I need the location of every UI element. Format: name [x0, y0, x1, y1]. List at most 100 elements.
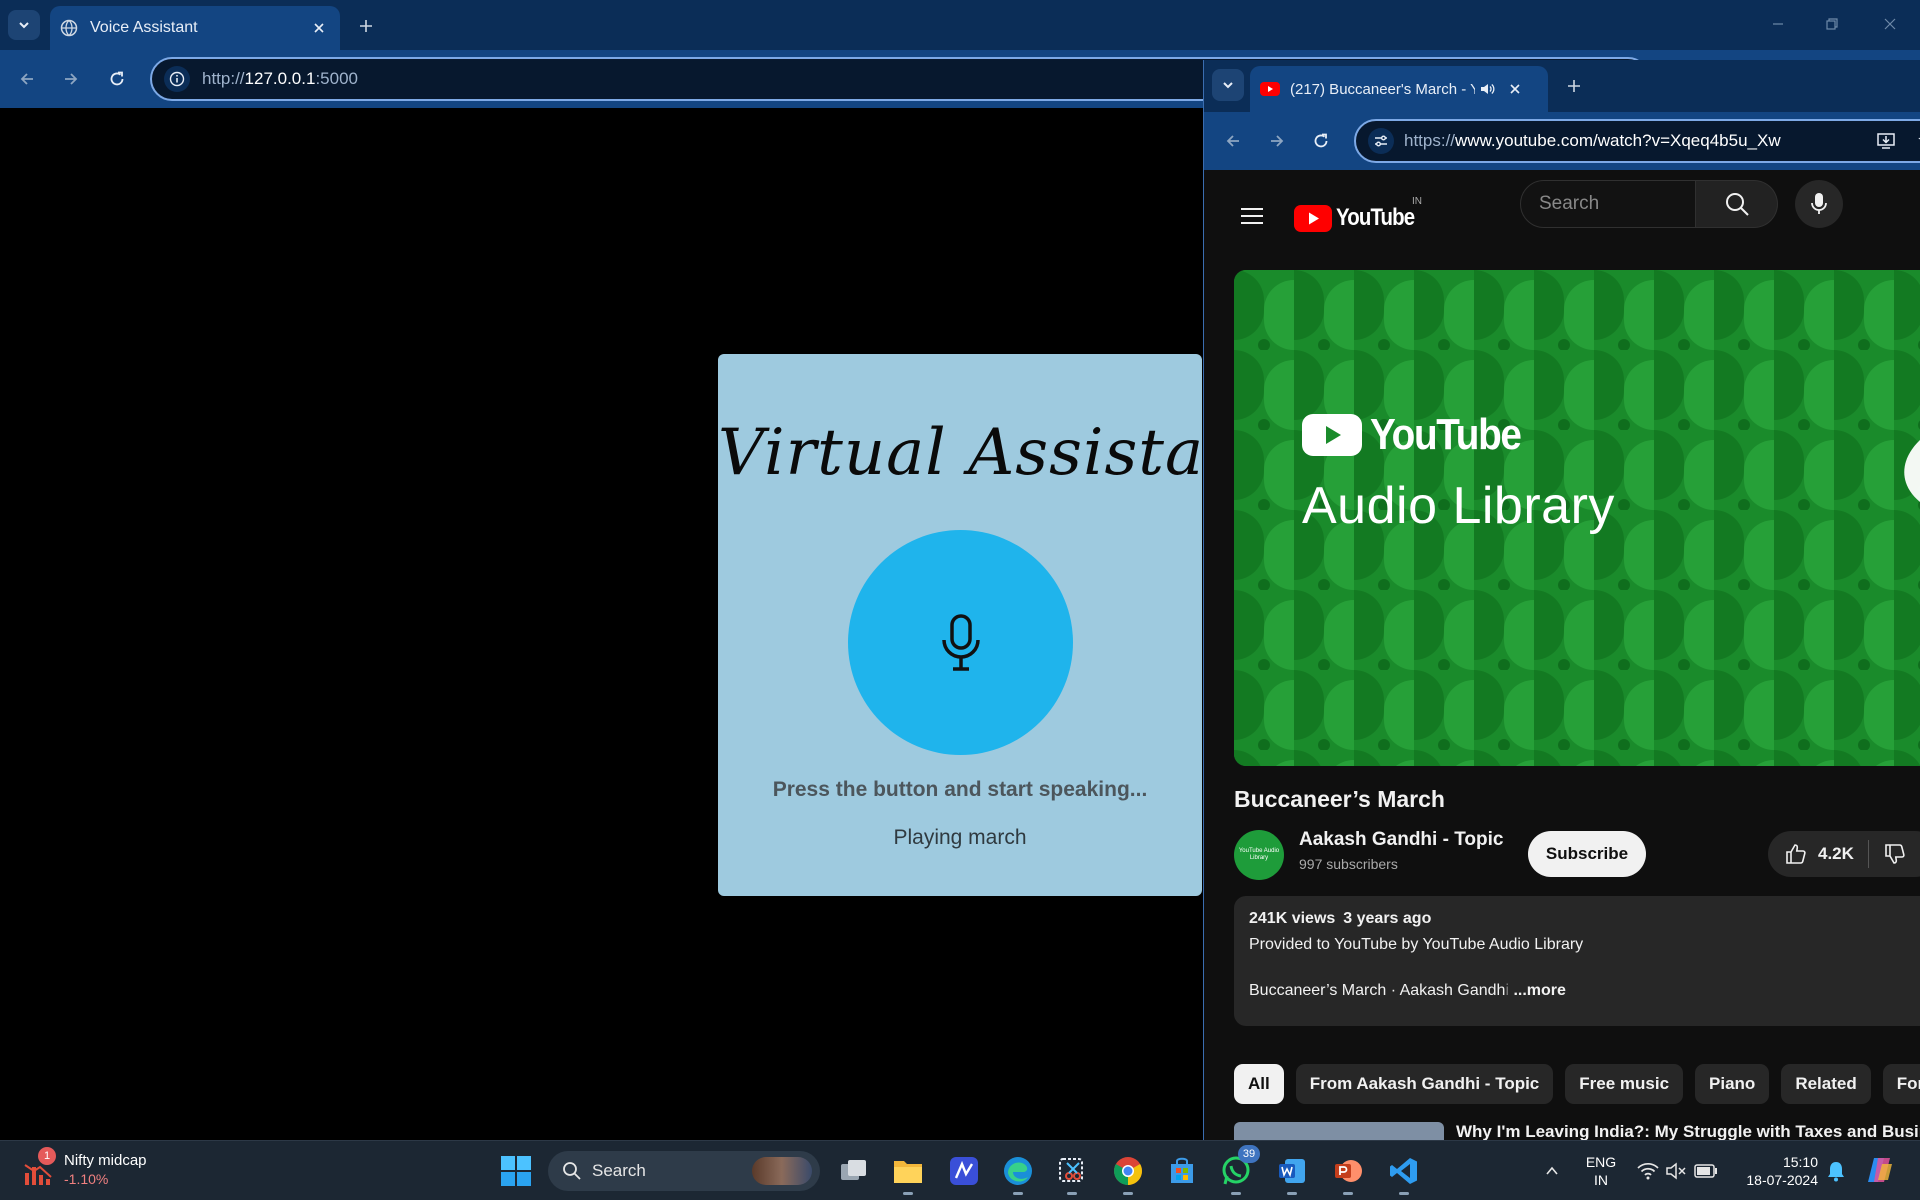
mic-button[interactable] [848, 530, 1073, 755]
search-placeholder: Search [1539, 193, 1600, 214]
subscribe-button[interactable]: Subscribe [1528, 831, 1646, 877]
voice-search-button[interactable] [1795, 180, 1843, 228]
chrome-browser-app[interactable] [1108, 1151, 1148, 1195]
close-window-button[interactable] [1870, 8, 1910, 40]
start-button[interactable] [500, 1155, 532, 1187]
youtube-favicon-icon [1260, 82, 1280, 96]
thumbs-up-icon [1786, 844, 1806, 864]
battery-icon[interactable] [1694, 1159, 1718, 1183]
description-track: Buccaneer’s March · Aakash Gandhi ...mor… [1249, 982, 1566, 999]
chevron-up-icon [1546, 1166, 1558, 1175]
snipping-tool-app[interactable] [1052, 1151, 1092, 1195]
powerpoint-icon [1335, 1160, 1362, 1182]
chrome-icon [1114, 1157, 1142, 1185]
speaker-icon[interactable] [1479, 81, 1495, 97]
forward-button[interactable] [56, 64, 86, 94]
forward-button[interactable] [1262, 126, 1292, 156]
tab-voice-assistant[interactable]: Voice Assistant [50, 6, 340, 50]
pen-app-icon [950, 1157, 978, 1185]
site-settings-icon[interactable] [1368, 128, 1394, 154]
search-input[interactable]: Search [1520, 180, 1696, 228]
chevron-down-icon [1223, 82, 1233, 89]
chip-from-channel[interactable]: From Aakash Gandhi - Topic [1295, 1064, 1554, 1104]
taskbar: 1 Nifty midcap -1.10% Search 39 ENG IN 1… [0, 1140, 1920, 1200]
video-description[interactable]: 241K views 3 years ago Provided to YouTub… [1234, 896, 1920, 1026]
chip-for-you[interactable]: For yo [1882, 1064, 1920, 1104]
clock-time: 15:10 [1782, 1154, 1818, 1170]
wifi-icon[interactable] [1636, 1159, 1660, 1183]
new-tab-button[interactable] [1560, 72, 1588, 100]
notes-app[interactable] [944, 1151, 984, 1191]
edge-browser-app[interactable] [998, 1151, 1038, 1195]
reload-button[interactable] [102, 64, 132, 94]
copilot-icon[interactable] [1864, 1153, 1896, 1187]
site-info-icon[interactable] [164, 66, 190, 92]
chip-piano[interactable]: Piano [1695, 1064, 1770, 1104]
file-explorer-app[interactable] [888, 1151, 928, 1195]
youtube-logo[interactable]: YouTube [1294, 200, 1428, 236]
youtube-tab-strip: (217) Buccaneer's March - Y [1204, 60, 1920, 112]
plus-icon [360, 20, 372, 32]
hamburger-menu-icon [1241, 208, 1263, 224]
description-provider: Provided to YouTube by YouTube Audio Lib… [1249, 936, 1584, 953]
install-app-icon[interactable] [1876, 131, 1896, 151]
snipping-tool-icon [1059, 1158, 1083, 1182]
guide-menu-button[interactable] [1232, 196, 1272, 236]
tab-search-button[interactable] [8, 10, 40, 40]
tab-search-button[interactable] [1212, 69, 1244, 101]
reload-button[interactable] [1306, 126, 1336, 156]
windows-logo-icon [501, 1156, 531, 1186]
search-button[interactable] [1696, 180, 1778, 228]
chip-related[interactable]: Related [1781, 1064, 1871, 1104]
player-subtitle: Audio Library [1302, 477, 1615, 535]
show-hidden-icons-button[interactable] [1540, 1159, 1564, 1183]
recommendation-item[interactable]: Why I'm Leaving India?: My Struggle with… [1234, 1122, 1920, 1140]
tab-close-icon[interactable] [308, 17, 330, 39]
chip-all[interactable]: All [1234, 1064, 1284, 1104]
search-highlight-image [752, 1157, 812, 1185]
video-player[interactable]: YouTube Audio Library [1234, 270, 1920, 766]
voice-assistant-card: Virtual Assistant Press the button and s… [718, 354, 1272, 896]
whatsapp-app[interactable]: 39 [1216, 1145, 1260, 1195]
reload-icon [1314, 133, 1328, 148]
address-url: http://127.0.0.1:5000 [202, 69, 358, 88]
youtube-play-icon [1302, 414, 1362, 456]
youtube-page: YouTube IN Search YouTube Audio Library … [1204, 170, 1920, 1140]
powerpoint-app[interactable] [1328, 1151, 1368, 1195]
channel-avatar[interactable]: YouTube Audio Library [1234, 830, 1284, 880]
market-widget[interactable]: 1 Nifty midcap -1.10% [22, 1147, 147, 1187]
restore-icon [1826, 18, 1838, 30]
tab-youtube-video[interactable]: (217) Buccaneer's March - Y [1250, 66, 1548, 112]
widget-title: Nifty midcap [64, 1151, 147, 1169]
task-view-button[interactable] [834, 1151, 874, 1191]
microphone-icon [1811, 193, 1827, 214]
volume-muted-icon[interactable] [1664, 1159, 1688, 1183]
channel-name[interactable]: Aakash Gandhi - Topic [1299, 829, 1503, 851]
subscriber-count: 997 subscribers [1299, 856, 1398, 872]
show-more-link[interactable]: ...more [1509, 982, 1565, 999]
taskbar-search[interactable]: Search [548, 1151, 820, 1191]
restore-button[interactable] [1812, 8, 1852, 40]
youtube-toolbar: https://www.youtube.com/watch?v=Xqeq4b5u… [1204, 112, 1920, 170]
like-button[interactable]: 4.2K [1784, 842, 1854, 866]
new-tab-button[interactable] [352, 12, 380, 40]
clock[interactable]: 15:10 18-07-2024 [1730, 1153, 1818, 1189]
search-icon [1725, 193, 1749, 216]
like-dislike-group: 4.2K [1768, 831, 1920, 877]
minimize-button[interactable] [1758, 8, 1798, 40]
back-button[interactable] [12, 64, 42, 94]
arrow-left-icon [1226, 135, 1239, 147]
status-text: Playing march [893, 826, 1027, 849]
input-language[interactable]: ENG IN [1574, 1153, 1628, 1189]
microsoft-store-app[interactable] [1162, 1151, 1202, 1191]
vscode-app[interactable] [1384, 1151, 1424, 1195]
chip-free-music[interactable]: Free music [1565, 1064, 1684, 1104]
tab-close-icon[interactable] [1509, 83, 1521, 95]
dislike-button[interactable] [1883, 842, 1907, 866]
back-button[interactable] [1218, 126, 1248, 156]
word-app[interactable] [1272, 1151, 1312, 1195]
thumbs-down-icon [1885, 844, 1905, 864]
notification-bell-icon[interactable] [1824, 1159, 1848, 1183]
vscode-icon [1390, 1158, 1417, 1184]
address-bar[interactable]: https://www.youtube.com/watch?v=Xqeq4b5u… [1354, 119, 1920, 163]
